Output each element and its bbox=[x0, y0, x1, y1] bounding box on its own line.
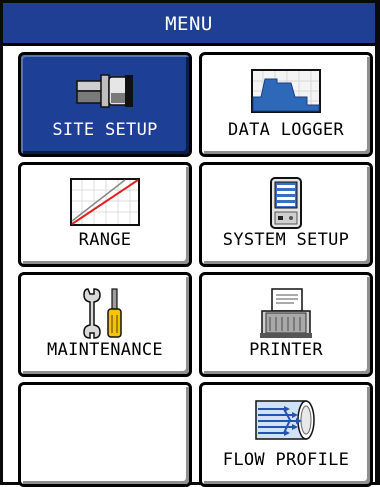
data-logger-button[interactable]: DATA LOGGER bbox=[199, 52, 373, 157]
data-graph-icon bbox=[251, 69, 321, 113]
menu-screen: MENU SITE SETUP DATA LOGGER RANGE SYSTEM… bbox=[0, 0, 380, 487]
flow-pipe-icon bbox=[255, 400, 315, 440]
menu-title: MENU bbox=[3, 3, 375, 46]
range-button[interactable]: RANGE bbox=[18, 162, 192, 267]
data-logger-label: DATA LOGGER bbox=[228, 120, 344, 140]
maintenance-label: MAINTENANCE bbox=[47, 340, 163, 360]
system-setup-label: SYSTEM SETUP bbox=[222, 230, 350, 250]
flow-profile-label: FLOW PROFILE bbox=[222, 450, 350, 470]
empty-menu-slot bbox=[18, 382, 192, 487]
printer-button[interactable]: PRINTER bbox=[199, 272, 373, 377]
range-label: RANGE bbox=[78, 230, 132, 250]
flow-profile-button[interactable]: FLOW PROFILE bbox=[199, 382, 373, 487]
range-line-icon bbox=[70, 178, 140, 226]
site-setup-button[interactable]: SITE SETUP bbox=[18, 52, 192, 157]
wrench-screwdriver-icon bbox=[83, 288, 122, 339]
printer-icon bbox=[260, 288, 312, 338]
site-setup-label: SITE SETUP bbox=[52, 120, 158, 140]
pipe-sensor-icon bbox=[76, 74, 133, 108]
system-setup-button[interactable]: SYSTEM SETUP bbox=[199, 162, 373, 267]
meter-device-icon bbox=[270, 177, 302, 229]
printer-label: PRINTER bbox=[249, 340, 323, 360]
maintenance-button[interactable]: MAINTENANCE bbox=[18, 272, 192, 377]
